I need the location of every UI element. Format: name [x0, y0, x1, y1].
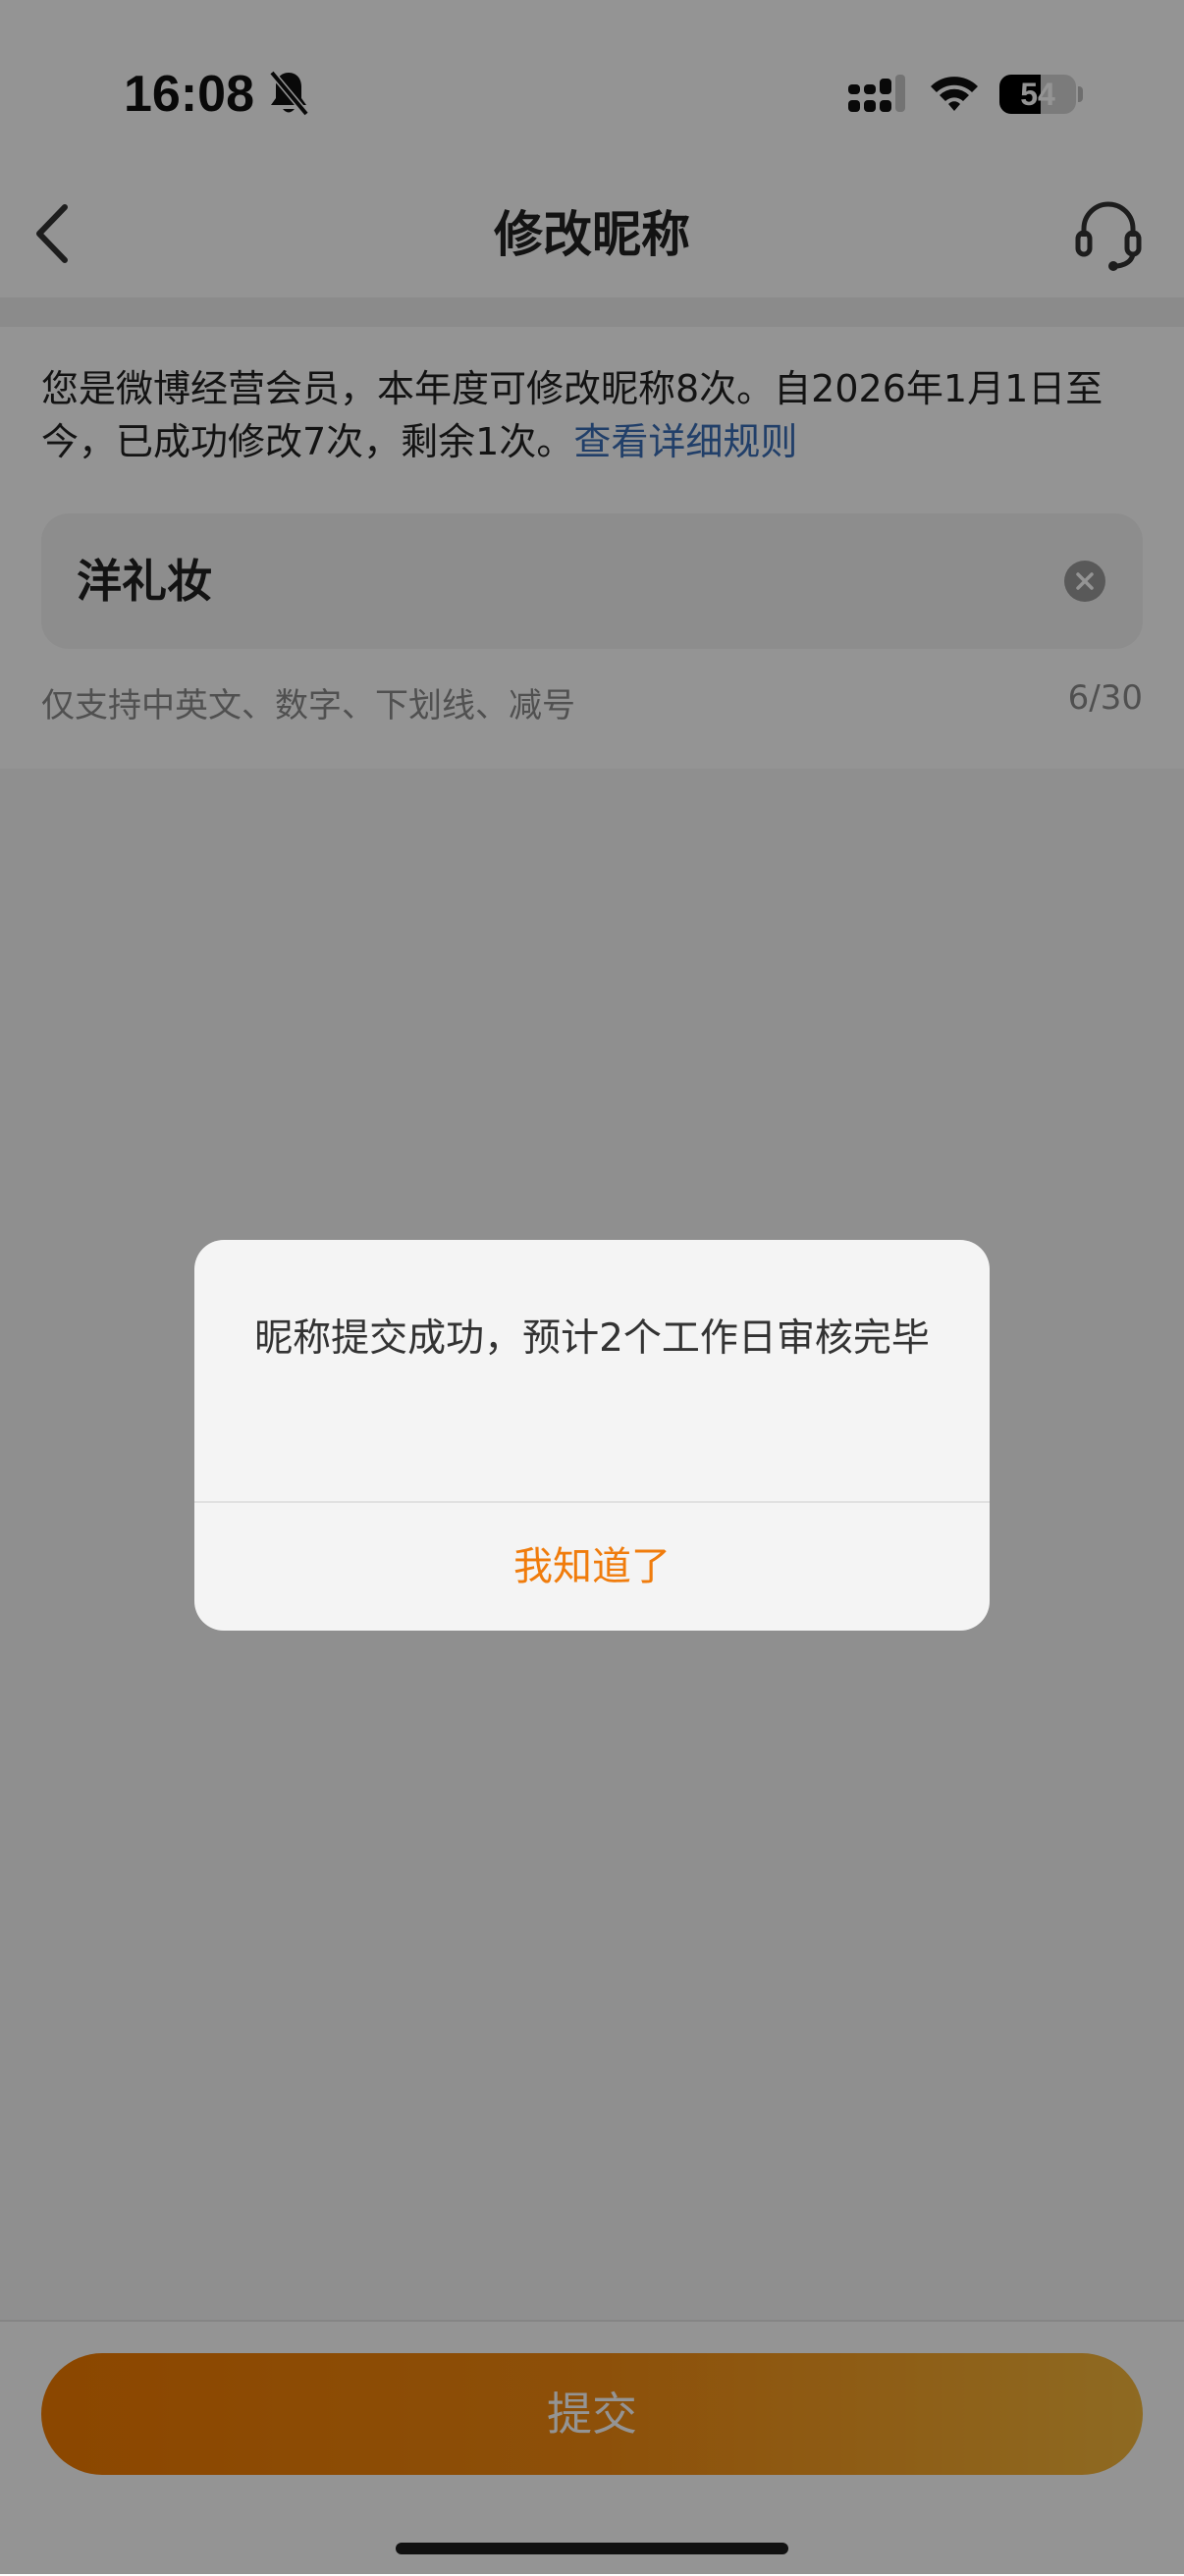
home-indicator: [396, 2543, 788, 2554]
success-dialog: 昵称提交成功，预计2个工作日审核完毕 我知道了: [194, 1240, 990, 1631]
dialog-message: 昵称提交成功，预计2个工作日审核完毕: [254, 1316, 930, 1361]
dialog-ok-button[interactable]: 我知道了: [194, 1503, 990, 1631]
